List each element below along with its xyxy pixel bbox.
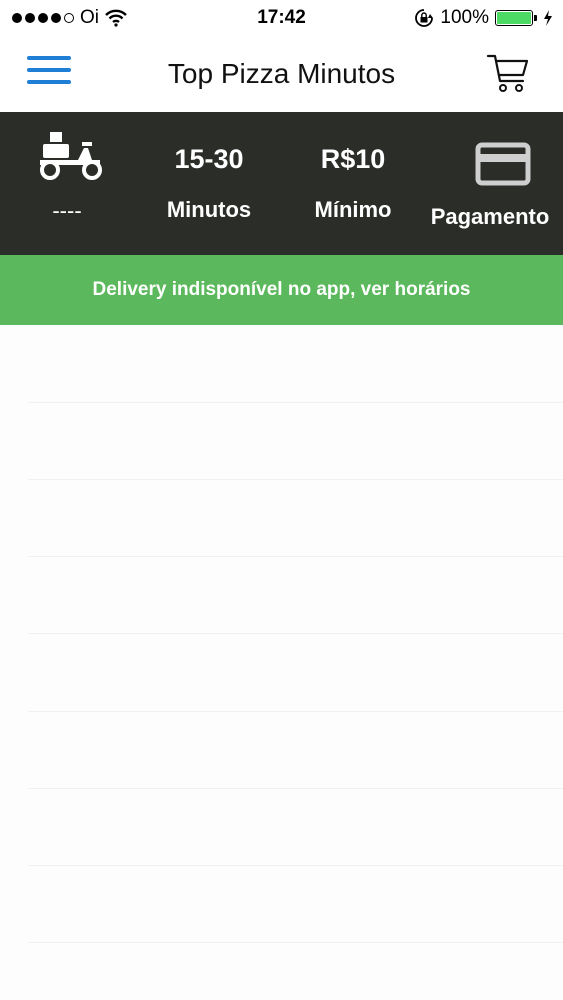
battery-percent: 100%	[440, 7, 489, 28]
delivery-fee-value: ----	[52, 198, 82, 223]
battery-icon	[495, 10, 537, 26]
credit-card-icon[interactable]	[475, 142, 531, 186]
cart-icon[interactable]	[485, 51, 531, 97]
list-separator	[28, 711, 563, 712]
page-title: Top Pizza Minutos	[167, 58, 396, 89]
delivery-unavailable-banner[interactable]: Delivery indisponível no app, ver horári…	[0, 255, 563, 325]
nav-bar: Top Pizza Minutos	[0, 36, 563, 112]
list-separator	[28, 788, 563, 789]
delivery-scooter-icon	[40, 132, 102, 180]
list-separator	[28, 942, 563, 943]
list-separator	[28, 633, 563, 634]
list-separator	[28, 479, 563, 480]
payment-label: Pagamento	[430, 204, 550, 229]
status-bar: Oi 17:42 100%	[0, 0, 563, 36]
orientation-lock-icon	[415, 9, 434, 27]
list-separator	[28, 865, 563, 866]
charging-icon	[544, 10, 552, 26]
menu-list	[0, 325, 563, 1000]
list-separator	[28, 402, 563, 403]
delivery-time-value: 15-30	[174, 144, 244, 174]
list-separator	[28, 556, 563, 557]
minimum-order-value: R$10	[320, 144, 386, 174]
minimum-order-label: Mínimo	[314, 197, 392, 222]
restaurant-info-bar: ---- 15-30 Minutos R$10 Mínimo Pagamento	[0, 112, 563, 255]
delivery-time-label: Minutos	[166, 197, 252, 222]
status-right: 100%	[414, 7, 553, 29]
